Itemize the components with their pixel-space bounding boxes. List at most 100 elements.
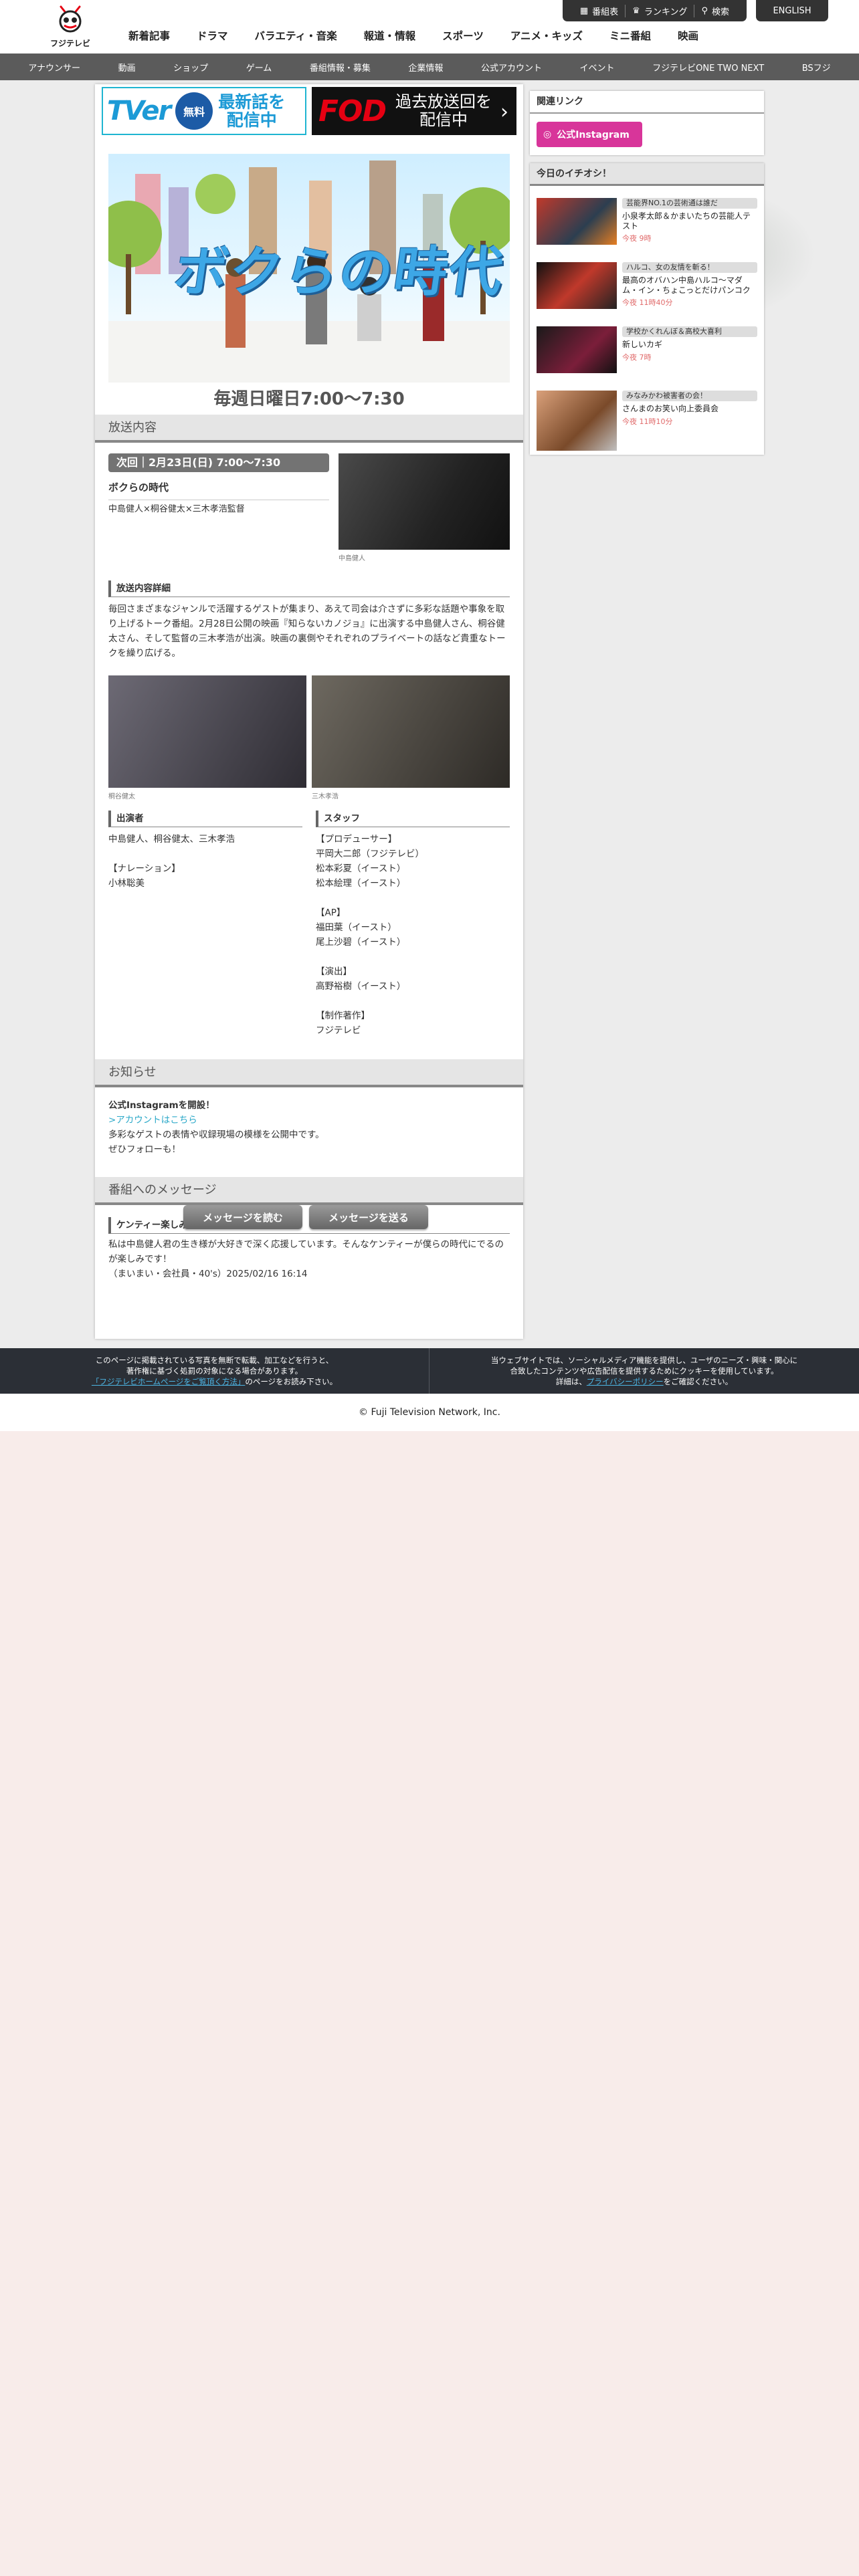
fujitv-logo[interactable]: フジテレビ: [48, 4, 92, 48]
notice-heading: お知らせ: [95, 1059, 523, 1087]
related-links-heading: 関連リンク: [530, 91, 764, 114]
cookie-notice: 当ウェブサイトでは、ソーシャルメディア機能を提供し、ユーザのニーズ・興味・関心に…: [430, 1348, 859, 1394]
fod-logo: FOD: [318, 94, 387, 128]
message-buttons: メッセージを読む メッセージを送る: [183, 1205, 428, 1229]
grid-icon: ▦: [579, 5, 589, 16]
cast-heading: 出演者: [108, 811, 302, 827]
nav-mini[interactable]: ミニ番組: [596, 28, 664, 43]
fujitv-eye-icon: [59, 5, 82, 33]
next-broadcast-label: 次回｜2月23日(日) 7:00〜7:30: [108, 453, 329, 472]
program-title: ボクらの時代: [108, 480, 329, 500]
search-link[interactable]: ⚲ 検索: [694, 4, 736, 17]
free-badge: 無料: [175, 92, 213, 130]
copyright: © Fuji Television Network, Inc.: [0, 1394, 859, 1431]
detail-heading: 放送内容詳細: [108, 580, 510, 597]
pick-time: 今夜 9時: [622, 234, 652, 243]
subnav-accounts[interactable]: 公式アカウント: [481, 61, 542, 74]
notice-line: このページに掲載されている写真を無断で転載、加工などを行うと、: [95, 1356, 334, 1365]
guest-photo-nakajima: [339, 453, 510, 550]
nav-news[interactable]: 新着記事: [115, 28, 183, 43]
pick-thumbnail: [537, 262, 617, 309]
nav-drama[interactable]: ドラマ: [183, 28, 242, 43]
ranking-link[interactable]: ♛ ランキング: [625, 4, 694, 17]
subnav-bsfuji[interactable]: BSフジ: [802, 61, 831, 74]
guest-photo-kiritani: [108, 675, 306, 788]
pick-time: 今夜 7時: [622, 353, 652, 362]
fod-banner[interactable]: FOD 過去放送回を 配信中 ›: [312, 87, 516, 135]
english-button[interactable]: ENGLISH: [756, 0, 828, 21]
pick-thumbnail: [537, 326, 617, 373]
main-column: TVer 無料 最新話を 配信中 FOD 過去放送回を 配信中 › ボクらの時代…: [95, 84, 523, 1339]
pick-time: 今夜 11時10分: [622, 417, 673, 426]
nav-anime[interactable]: アニメ・キッズ: [497, 28, 596, 43]
subnav-event[interactable]: イベント: [580, 61, 615, 74]
schedule-text: 毎週日曜日7:00〜7:30: [213, 389, 405, 409]
subnav-announcer[interactable]: アナウンサー: [28, 61, 80, 74]
subnav-video[interactable]: 動画: [118, 61, 136, 74]
hero-title: ボクらの時代: [170, 240, 508, 303]
pick-title: さんまのお笑い向上委員会: [622, 404, 719, 413]
subnav-one-two-next[interactable]: フジテレビONE TWO NEXT: [652, 61, 764, 74]
utility-bar: ▦ 番組表 ♛ ランキング ⚲ 検索: [562, 0, 747, 21]
site-header: フジテレビ ▦ 番組表 ♛ ランキング ⚲ 検索 ENGLISH 新着記事 ドラ…: [0, 0, 859, 53]
pick-thumbnail: [537, 391, 617, 451]
instagram-icon: ◎: [543, 129, 552, 140]
tver-banner[interactable]: TVer 無料 最新話を 配信中: [102, 87, 306, 135]
notice-line: 当ウェブサイトでは、ソーシャルメディア機能を提供し、ユーザのニーズ・興味・関心に: [490, 1356, 798, 1365]
nav-movie[interactable]: 映画: [664, 28, 712, 43]
messages-heading: 番組へのメッセージ: [95, 1177, 523, 1205]
pick-title: 最高のオバハン中島ハルコ～マダム・イン・ちょこっとだけパンコク～: [622, 276, 751, 295]
logo-text: フジテレビ: [50, 39, 90, 48]
nav-variety[interactable]: バラエティ・音楽: [242, 28, 351, 43]
read-messages-button[interactable]: メッセージを読む: [183, 1205, 302, 1229]
stream-banners: TVer 無料 最新話を 配信中 FOD 過去放送回を 配信中 ›: [102, 87, 516, 135]
schedule-link[interactable]: ▦ 番組表: [573, 5, 625, 17]
message-text: 私は中島健人君の生き様が大好きで深く応援しています。そんなケンティーが僕らの時代…: [108, 1239, 504, 1279]
todays-pick-heading: 今日のイチオシ！: [530, 163, 764, 186]
pick-category: みなみかわ被害者の会！: [622, 391, 757, 401]
pick-title: 小泉孝太郎＆かまいたちの芸能人テスト: [622, 211, 751, 231]
notice-line: 「フジテレビホームページをご覧頂く方法」のページをお読み下さい。: [0, 1376, 429, 1387]
send-message-button[interactable]: メッセージを送る: [309, 1205, 428, 1229]
broadcast-heading: 放送内容: [95, 415, 523, 443]
guest-photo-miki: [312, 675, 510, 788]
subnav-game[interactable]: ゲーム: [246, 61, 272, 74]
notice-prefix: 詳細は、: [555, 1377, 587, 1386]
tver-banner-text: 最新話を 配信中: [218, 92, 286, 130]
cast-text: 中島健人、桐谷健太、三木孝浩 【ナレーション】 小林聡美: [108, 834, 235, 889]
subnav-recruit[interactable]: 番組情報・募集: [310, 61, 371, 74]
todays-pick-box: 今日のイチオシ！ 芸能界NO.1の芸術通は誰だ 小泉孝太郎＆かまいたちの芸能人テ…: [530, 163, 764, 455]
pick-item[interactable]: ハルコ、女の友情を斬る！ 最高のオバハン中島ハルコ～マダム・イン・ちょこっとだけ…: [537, 262, 757, 309]
related-links-box: 関連リンク ◎ 公式Instagram: [530, 91, 764, 155]
program-cast-line: 中島健人×桐谷健太×三木孝浩監督: [108, 504, 245, 514]
chevron-right-icon: ›: [500, 100, 508, 124]
search-icon: ⚲: [701, 5, 708, 16]
copyright-notice: このページに掲載されている写真を無断で転載、加工などを行うと、 著作権に基づく処…: [0, 1348, 430, 1394]
notice-line: 著作権に基づく処罰の対象になる場合があります。: [126, 1366, 303, 1376]
instagram-button[interactable]: ◎ 公式Instagram: [537, 122, 642, 147]
fod-banner-text: 過去放送回を 配信中: [395, 92, 492, 129]
privacy-policy-link[interactable]: プライバシーポリシー: [587, 1377, 664, 1386]
main-nav: 新着記事 ドラマ バラエティ・音楽 報道・情報 スポーツ アニメ・キッズ ミニ番…: [115, 28, 712, 43]
pick-item[interactable]: 芸能界NO.1の芸術通は誰だ 小泉孝太郎＆かまいたちの芸能人テスト 今夜 9時: [537, 198, 757, 245]
subnav-corporate[interactable]: 企業情報: [408, 61, 443, 74]
ranking-label: ランキング: [644, 7, 688, 17]
instagram-account-link[interactable]: >アカウントはこちら: [108, 1113, 510, 1128]
instagram-button-label: 公式Instagram: [557, 130, 630, 140]
tver-logo: TVer: [107, 96, 171, 126]
pick-item[interactable]: 学校かくれんぼ＆高校大喜利 新しいカギ 今夜 7時: [537, 326, 757, 373]
notice-line: 詳細は、プライバシーポリシーをご確認ください。: [430, 1376, 859, 1387]
pick-item[interactable]: みなみかわ被害者の会！ さんまのお笑い向上委員会 今夜 11時10分: [537, 391, 757, 451]
nav-info[interactable]: 報道・情報: [351, 28, 430, 43]
pick-thumbnail: [537, 198, 617, 245]
photo-caption: 中島健人: [339, 555, 365, 562]
subnav-shop[interactable]: ショップ: [173, 61, 208, 74]
pick-category: ハルコ、女の友情を斬る！: [622, 262, 757, 273]
viewing-guide-link[interactable]: 「フジテレビホームページをご覧頂く方法」: [92, 1377, 245, 1386]
nav-sports[interactable]: スポーツ: [429, 28, 497, 43]
photo-caption: 三木孝浩: [312, 793, 339, 800]
hero-image: ボクらの時代: [108, 154, 510, 383]
staff-heading: スタッフ: [316, 811, 510, 827]
notice-suffix: をご確認ください。: [663, 1377, 733, 1386]
pick-time: 今夜 11時40分: [622, 298, 673, 307]
